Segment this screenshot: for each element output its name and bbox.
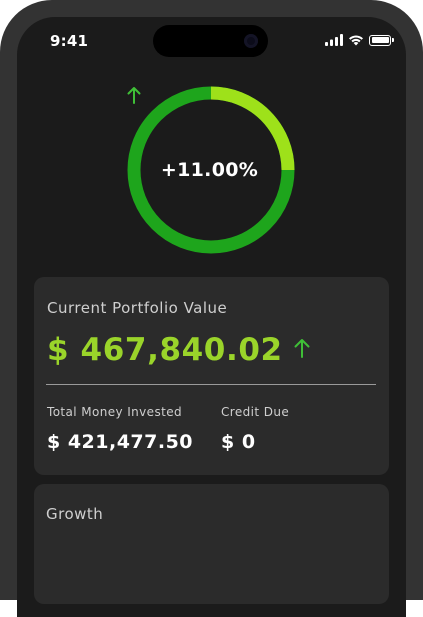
status-bar: 9:41 [17, 17, 406, 67]
battery-icon [369, 34, 394, 46]
total-invested-label: Total Money Invested [47, 405, 183, 419]
signal-icon [325, 31, 343, 50]
camera-icon [244, 34, 258, 48]
growth-ring: +11.00% [127, 86, 295, 254]
growth-title: Growth [46, 505, 104, 523]
credit-due-value: $ 0 [221, 431, 256, 453]
credit-due-label: Credit Due [221, 405, 290, 419]
portfolio-card[interactable]: Current Portfolio Value $ 467,840.02 Tot… [34, 277, 389, 475]
status-time: 9:41 [50, 32, 89, 50]
total-invested-stat: Total Money Invested $ 421,477.50 [47, 405, 193, 453]
card-divider [46, 384, 376, 385]
portfolio-value: $ 467,840.02 [47, 332, 283, 368]
portfolio-value-row: $ 467,840.02 [47, 332, 311, 368]
wifi-icon [348, 31, 364, 50]
ring-center: +11.00% [127, 86, 295, 254]
dynamic-island [153, 25, 268, 57]
total-invested-value: $ 421,477.50 [47, 431, 194, 453]
growth-percent: +11.00% [160, 159, 259, 181]
credit-due-stat: Credit Due $ 0 [221, 405, 289, 453]
arrow-up-icon [293, 337, 311, 363]
growth-card[interactable]: Growth [34, 484, 389, 604]
portfolio-title: Current Portfolio Value [47, 299, 228, 317]
status-icons [325, 31, 394, 50]
phone-screen: 9:41 +11.00% Current Portfolio Value $ 4… [17, 17, 406, 617]
